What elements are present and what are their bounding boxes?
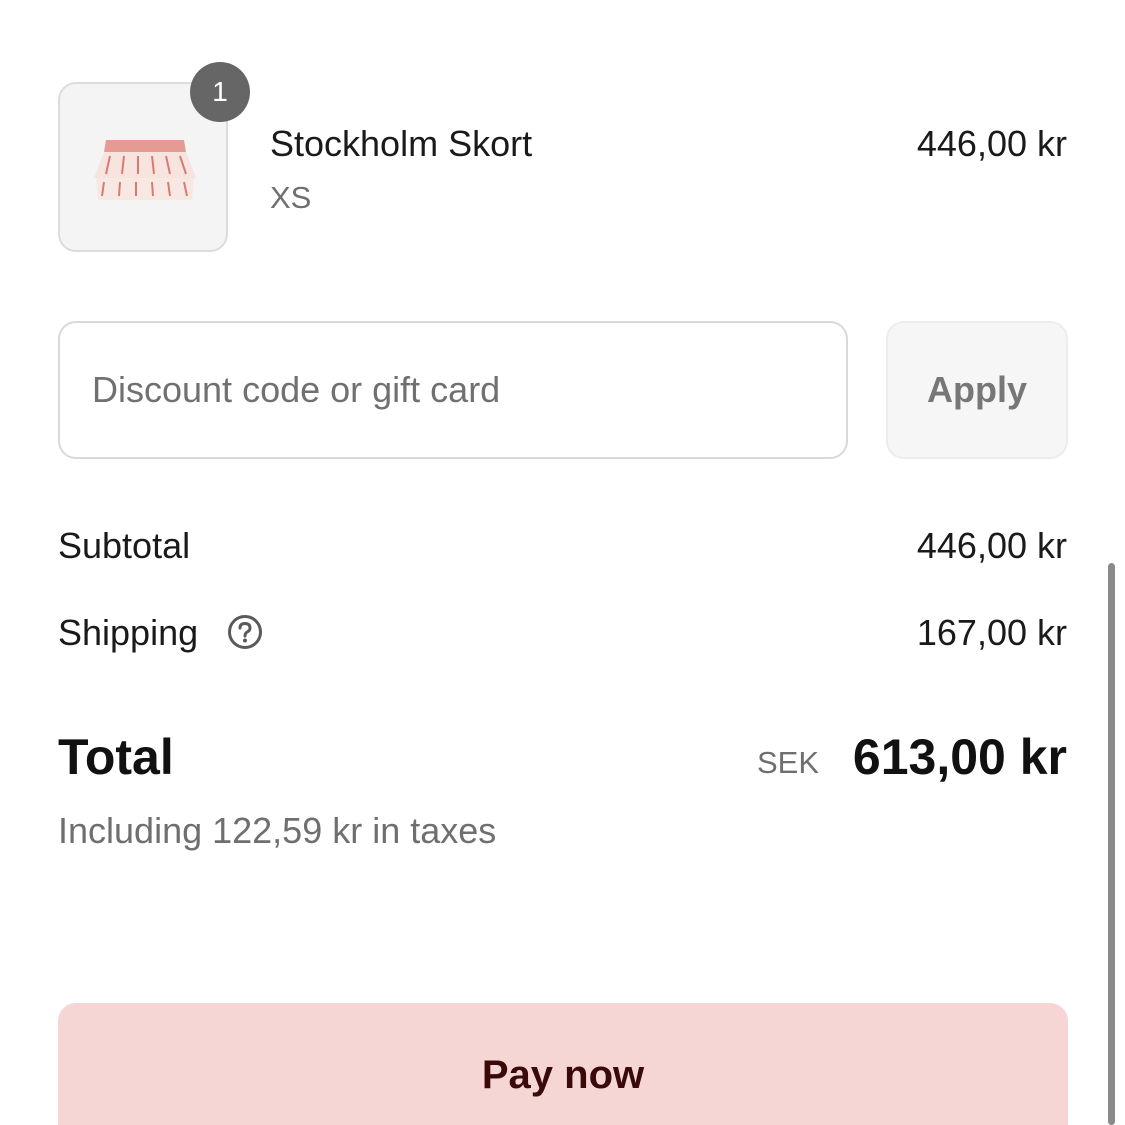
product-price: 446,00 kr [916, 123, 1067, 164]
scrollbar[interactable] [1108, 563, 1115, 1125]
help-icon[interactable] [227, 614, 263, 650]
product-variant: XS [270, 180, 312, 215]
discount-code-input[interactable] [58, 321, 848, 459]
shipping-label: Shipping [58, 612, 199, 653]
checkout-summary: 1 Stockholm Skort XS 446,00 kr Apply Sub… [0, 0, 1125, 1125]
total-label: Total [58, 729, 174, 785]
quantity-badge: 1 [190, 62, 250, 122]
subtotal-label: Subtotal [58, 525, 191, 566]
product-name: Stockholm Skort [270, 123, 533, 164]
skort-image-icon [94, 140, 196, 200]
currency-code: SEK [756, 745, 819, 780]
apply-button[interactable]: Apply [886, 321, 1068, 459]
pay-now-label: Pay now [481, 1053, 645, 1097]
total-value: 613,00 kr [852, 729, 1067, 785]
subtotal-value: 446,00 kr [916, 525, 1067, 566]
taxes-note: Including 122,59 kr in taxes [58, 810, 497, 851]
shipping-value: 167,00 kr [916, 612, 1067, 653]
pay-now-button[interactable]: Pay now [58, 1003, 1068, 1125]
